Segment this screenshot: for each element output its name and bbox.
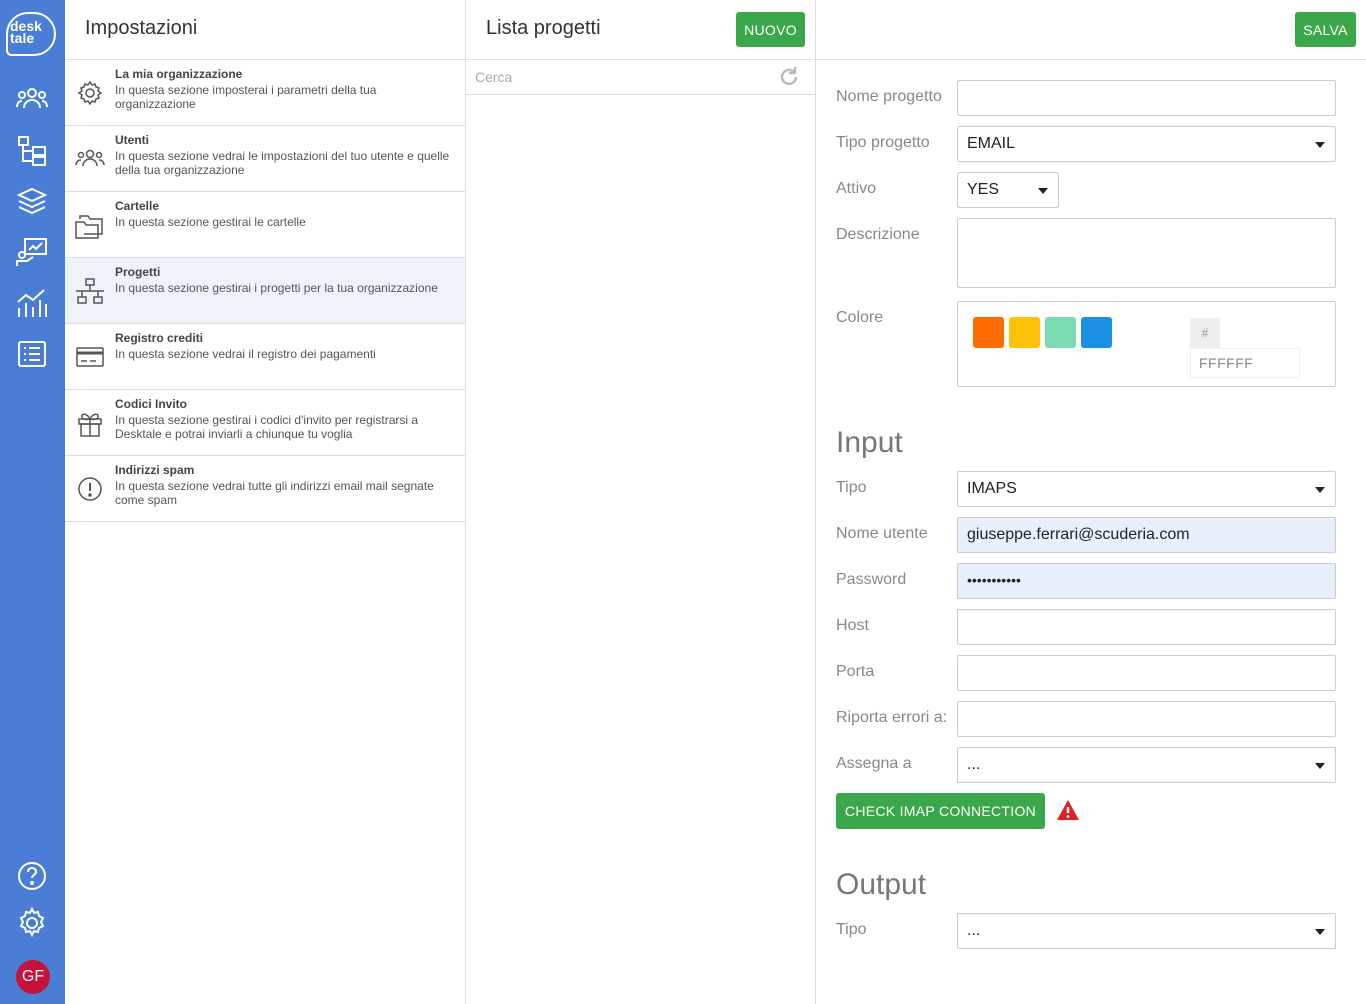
settings-item-title: Indirizzi spam — [115, 463, 195, 477]
users-icon[interactable] — [15, 82, 49, 116]
settings-item-desc: In questa sezione vedrai tutte gli indir… — [115, 479, 434, 507]
folder-icon — [75, 210, 105, 240]
gift-icon — [75, 408, 105, 438]
assign-select[interactable]: ... — [957, 747, 1336, 783]
settings-item-folders[interactable]: Cartelle In questa sezione gestirai le c… — [65, 192, 465, 258]
folders-tree-icon[interactable] — [15, 133, 49, 167]
settings-item-title: Utenti — [115, 133, 149, 147]
color-picker: # FFFFFF — [957, 301, 1336, 387]
hex-color-input[interactable]: FFFFFF — [1190, 348, 1300, 378]
username-field[interactable]: giuseppe.ferrari@scuderia.com — [957, 517, 1336, 553]
users-icon — [75, 144, 105, 174]
assign-label: Assegna a — [836, 755, 912, 772]
refresh-icon[interactable] — [778, 66, 800, 88]
report-errors-field[interactable] — [957, 701, 1336, 737]
warning-icon — [1056, 799, 1080, 821]
settings-header: Impostazioni — [65, 0, 465, 60]
input-type-select[interactable]: IMAPS — [957, 471, 1336, 507]
settings-item-desc: In questa sezione imposterai i parametri… — [115, 83, 377, 111]
settings-item-projects[interactable]: Progetti In questa sezione gestirai i pr… — [65, 258, 465, 324]
settings-item-desc: In questa sezione vedrai le impostazioni… — [115, 149, 450, 177]
username-label: Nome utente — [836, 525, 928, 542]
settings-item-desc: In questa sezione vedrai il registro dei… — [115, 347, 376, 361]
input-type-label: Tipo — [836, 479, 867, 496]
save-button[interactable]: SALVA — [1295, 12, 1356, 47]
password-field[interactable]: ••••••••••• — [957, 563, 1336, 599]
project-type-select[interactable]: EMAIL — [957, 126, 1336, 162]
color-swatch-blue[interactable] — [1081, 317, 1112, 348]
settings-item-spam[interactable]: Indirizzi spam In questa sezione vedrai … — [65, 456, 465, 522]
settings-title: Impostazioni — [85, 17, 198, 39]
alert-circle-icon — [75, 474, 105, 504]
project-type-label: Tipo progetto — [836, 134, 930, 151]
user-avatar[interactable]: GF — [16, 960, 50, 994]
settings-item-organization[interactable]: La mia organizzazione In questa sezione … — [65, 60, 465, 126]
project-name-label: Nome progetto — [836, 88, 942, 105]
app-window: desk tale GF Impostazioni La mia organiz… — [0, 0, 1366, 1004]
input-section-title: Input — [836, 426, 903, 459]
project-list-title: Lista progetti — [486, 17, 601, 39]
hex-hash-label: # — [1190, 318, 1220, 348]
settings-item-desc: In questa sezione gestirai i codici d'in… — [115, 413, 419, 441]
search-input[interactable] — [466, 60, 766, 94]
host-field[interactable] — [957, 609, 1336, 645]
settings-item-invite-codes[interactable]: Codici Invito In questa sezione gestirai… — [65, 390, 465, 456]
color-swatch-orange[interactable] — [973, 317, 1004, 348]
form-header: SALVA — [816, 0, 1366, 60]
check-imap-button[interactable]: CHECK IMAP CONNECTION — [836, 793, 1045, 829]
project-list-header: Lista progetti NUOVO — [466, 0, 815, 60]
layers-icon[interactable] — [15, 184, 49, 218]
settings-item-title: Progetti — [115, 265, 161, 279]
project-list-panel: Lista progetti NUOVO — [466, 0, 816, 1004]
settings-item-title: Registro crediti — [115, 331, 204, 345]
chart-icon[interactable] — [15, 286, 49, 320]
project-form-panel: SALVA Nome progetto Tipo progetto EMAIL … — [816, 0, 1366, 1004]
host-label: Host — [836, 617, 869, 634]
settings-item-credits[interactable]: Registro crediti In questa sezione vedra… — [65, 324, 465, 390]
report-errors-label: Riporta errori a: — [836, 709, 948, 726]
project-name-field[interactable] — [957, 80, 1336, 116]
color-label: Colore — [836, 309, 884, 326]
search-bar — [466, 60, 815, 95]
logo-line2: tale — [10, 30, 35, 46]
settings-item-title: La mia organizzazione — [115, 67, 243, 81]
port-field[interactable] — [957, 655, 1336, 691]
active-select[interactable]: YES — [957, 172, 1059, 208]
settings-item-desc: In questa sezione gestirai i progetti pe… — [115, 281, 438, 295]
settings-item-users[interactable]: Utenti In questa sezione vedrai le impos… — [65, 126, 465, 192]
presentation-icon[interactable] — [15, 235, 49, 269]
color-swatch-yellow[interactable] — [1009, 317, 1040, 348]
credit-card-icon — [75, 342, 105, 372]
description-label: Descrizione — [836, 226, 920, 243]
color-swatch-green[interactable] — [1045, 317, 1076, 348]
desktale-logo[interactable]: desk tale — [6, 12, 56, 56]
list-icon[interactable] — [15, 337, 49, 371]
settings-item-title: Cartelle — [115, 199, 160, 213]
gear-icon — [75, 78, 105, 108]
output-type-label: Tipo — [836, 921, 867, 938]
nav-rail: desk tale GF — [0, 0, 65, 1004]
active-label: Attivo — [836, 180, 877, 197]
new-project-button[interactable]: NUOVO — [736, 12, 805, 47]
settings-icon[interactable] — [15, 906, 49, 940]
description-textarea[interactable] — [957, 218, 1336, 288]
port-label: Porta — [836, 663, 875, 680]
org-chart-icon — [75, 276, 105, 306]
settings-item-title: Codici Invito — [115, 397, 187, 411]
output-type-select[interactable]: ... — [957, 913, 1336, 949]
settings-panel: Impostazioni La mia organizzazione In qu… — [65, 0, 466, 1004]
password-label: Password — [836, 571, 907, 588]
help-icon[interactable] — [15, 859, 49, 893]
settings-item-desc: In questa sezione gestirai le cartelle — [115, 215, 306, 229]
output-section-title: Output — [836, 868, 927, 901]
